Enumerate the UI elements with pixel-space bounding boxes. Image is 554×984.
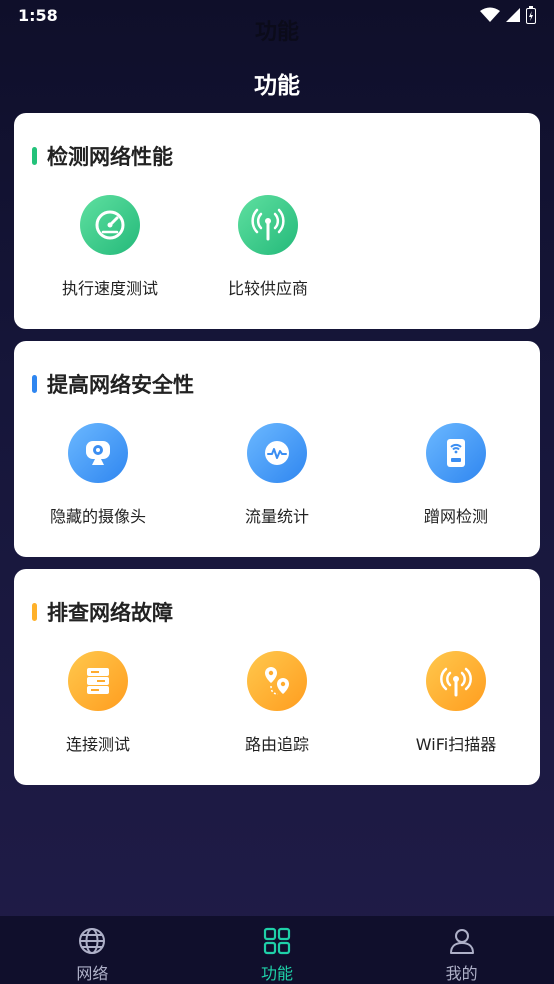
tool-speed-test[interactable]: 执行速度测试 xyxy=(20,195,200,299)
route-pin-icon xyxy=(247,651,307,711)
server-icon xyxy=(68,651,128,711)
section-title: 排查网络故障 xyxy=(47,601,173,625)
tool-label: 隐藏的摄像头 xyxy=(49,507,146,526)
tool-wifi-scanner[interactable]: WiFi扫描器 xyxy=(366,651,546,755)
section-title: 提高网络安全性 xyxy=(47,373,194,397)
tool-label: 路由追踪 xyxy=(244,735,309,754)
router-icon xyxy=(426,423,486,483)
section-card-troubleshoot: 排查网络故障 连接测试 路由追踪 WiFi扫描器 xyxy=(14,569,540,785)
tool-compare-providers[interactable]: 比较供应商 xyxy=(178,195,358,299)
antenna-icon xyxy=(238,195,298,255)
camera-icon xyxy=(68,423,128,483)
bottom-nav: 网络 功能 我的 xyxy=(0,916,554,984)
tab-mine[interactable]: 我的 xyxy=(369,916,554,984)
tab-network[interactable]: 网络 xyxy=(0,916,185,984)
pulse-icon xyxy=(247,423,307,483)
grid-icon xyxy=(263,927,291,955)
tool-label: WiFi扫描器 xyxy=(415,735,497,754)
ghost-title: 功能 xyxy=(254,20,299,45)
tool-traffic-stats[interactable]: 流量统计 xyxy=(187,423,367,527)
section-header: 提高网络安全性 xyxy=(32,369,194,399)
section-header: 检测网络性能 xyxy=(32,141,173,171)
tool-label: 比较供应商 xyxy=(227,279,308,298)
page-title: 功能 xyxy=(254,73,300,99)
tool-hidden-camera[interactable]: 隐藏的摄像头 xyxy=(8,423,188,527)
section-title: 检测网络性能 xyxy=(47,145,173,169)
section-card-security: 提高网络安全性 隐藏的摄像头 流量统计 蹭网检测 xyxy=(14,341,540,557)
tab-label: 网络 xyxy=(76,964,109,983)
section-header: 排查网络故障 xyxy=(32,597,173,627)
speedometer-icon xyxy=(80,195,140,255)
tool-label: 流量统计 xyxy=(244,507,309,526)
wifi-scanner-icon xyxy=(426,651,486,711)
tool-connection-test[interactable]: 连接测试 xyxy=(8,651,188,755)
tool-label: 执行速度测试 xyxy=(61,279,158,298)
tool-freeloader-detection[interactable]: 蹭网检测 xyxy=(366,423,546,527)
section-accent-bar xyxy=(32,147,37,165)
tool-label: 蹭网检测 xyxy=(423,507,488,526)
tool-label: 连接测试 xyxy=(65,735,130,754)
globe-icon xyxy=(79,928,106,954)
section-card-performance: 检测网络性能 执行速度测试 比较供应商 xyxy=(14,113,540,329)
tab-label: 功能 xyxy=(261,964,294,983)
tool-route-trace[interactable]: 路由追踪 xyxy=(187,651,367,755)
tab-label: 我的 xyxy=(445,964,478,983)
section-accent-bar xyxy=(32,603,37,621)
tab-features[interactable]: 功能 xyxy=(185,916,370,984)
profile-icon xyxy=(449,929,474,954)
section-accent-bar xyxy=(32,375,37,393)
